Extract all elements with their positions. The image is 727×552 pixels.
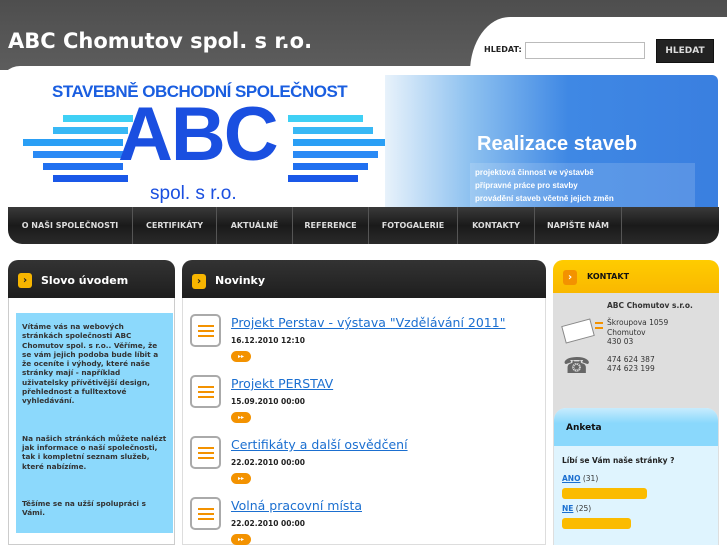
logo-stripe: [43, 163, 123, 170]
poll-count: (25): [575, 504, 592, 513]
contact-panel: › KONTAKT ABC Chomutov s.r.o. Škroupova …: [553, 260, 719, 545]
search-button[interactable]: HLEDAT: [656, 39, 714, 63]
news-item: Volná pracovní místa 22.02.2010 00:00 ▸▸: [190, 497, 530, 552]
chevron-right-icon: ›: [192, 274, 206, 289]
nav-item-references[interactable]: REFERENCE: [293, 207, 369, 244]
chevron-right-icon: ›: [563, 270, 577, 285]
banner-line: přípravné práce pro stavby: [475, 181, 578, 190]
news-date: 22.02.2010 00:00: [231, 458, 305, 467]
news-item: Projekt Perstav - výstava "Vzdělávání 20…: [190, 314, 530, 369]
news-link[interactable]: Volná pracovní místa: [231, 498, 362, 513]
envelope-icon: [561, 318, 595, 344]
news-link[interactable]: Projekt Perstav - výstava "Vzdělávání 20…: [231, 315, 505, 330]
nav-item-contacts[interactable]: KONTAKTY: [458, 207, 535, 244]
nav-item-write-us[interactable]: NAPIŠTE NÁM: [535, 207, 622, 244]
poll-option-link[interactable]: ANO: [562, 474, 580, 483]
intro-paragraph: Těšíme se na užší spolupráci s Vámi.: [22, 498, 146, 518]
logo-stripe: [53, 127, 128, 134]
poll-panel: Anketa Líbí se Vám naše stránky ? ANO (3…: [554, 408, 718, 545]
poll-question: Líbí se Vám naše stránky ?: [562, 456, 675, 465]
search-input[interactable]: [525, 42, 645, 59]
contact-company: ABC Chomutov s.r.o.: [607, 301, 693, 310]
poll-header: Anketa: [554, 408, 718, 446]
news-link[interactable]: Projekt PERSTAV: [231, 376, 333, 391]
logo-stripe: [293, 139, 385, 146]
logo-stripe: [293, 163, 368, 170]
intro-text: Vítáme vás na webových stránkách společn…: [16, 313, 173, 533]
news-date: 15.09.2010 00:00: [231, 397, 305, 406]
news-item: Projekt PERSTAV 15.09.2010 00:00 ▸▸: [190, 375, 530, 430]
logo-stripe: [288, 175, 358, 182]
nav-item-gallery[interactable]: FOTOGALERIE: [369, 207, 458, 244]
phone-icon: ☎: [563, 354, 591, 379]
news-date: 22.02.2010 00:00: [231, 519, 305, 528]
contact-zip: 430 03: [607, 337, 634, 346]
main-nav: O NAŠI SPOLEČNOSTI CERTIFIKÁTY AKTUÁLNĚ …: [8, 207, 719, 244]
more-button[interactable]: ▸▸: [231, 473, 251, 484]
nav-item-certificates[interactable]: CERTIFIKÁTY: [133, 207, 217, 244]
poll-title: Anketa: [566, 423, 602, 433]
contact-title: KONTAKT: [587, 272, 630, 281]
logo-stripe: [293, 151, 378, 158]
news-link[interactable]: Certifikáty a další osvědčení: [231, 437, 408, 452]
envelope-lines: [595, 322, 603, 329]
document-icon: [190, 497, 221, 530]
contact-phone: 474 623 199: [607, 364, 655, 373]
logo-stripe: [53, 175, 128, 182]
company-logo[interactable]: STAVEBNĚ OBCHODNÍ SPOLEČNOST ABC spol. s…: [8, 75, 385, 207]
poll-option: ANO (31): [562, 474, 598, 483]
banner-line: provádění staveb včetně jejich změn: [475, 194, 614, 203]
news-item: Certifikáty a další osvědčení 22.02.2010…: [190, 436, 530, 491]
intro-title: Slovo úvodem: [41, 274, 129, 287]
logo-stripe: [33, 151, 123, 158]
logo-stripe: [288, 115, 363, 122]
document-icon: [190, 436, 221, 469]
search-label: HLEDAT:: [484, 45, 522, 54]
poll-option: NE (25): [562, 504, 591, 513]
intro-paragraph: Vítáme vás na webových stránkách společn…: [22, 322, 159, 406]
news-title: Novinky: [215, 274, 266, 287]
news-header: › Novinky: [182, 260, 546, 298]
document-icon: [190, 314, 221, 347]
contact-header: › KONTAKT: [553, 260, 719, 293]
more-button[interactable]: ▸▸: [231, 412, 251, 423]
news-date: 16.12.2010 12:10: [231, 336, 305, 345]
more-button[interactable]: ▸▸: [231, 534, 251, 545]
logo-stripe: [23, 139, 123, 146]
logo-stripe: [293, 127, 373, 134]
contact-street: Škroupova 1059: [607, 318, 669, 327]
banner-line: projektová činnost ve výstavbě: [475, 168, 594, 177]
banner: Realizace staveb projektová činnost ve v…: [385, 75, 718, 207]
intro-header: › Slovo úvodem: [8, 260, 175, 298]
intro-paragraph: Na našich stránkách můžete nalézt jak in…: [22, 433, 167, 471]
poll-count: (31): [582, 474, 599, 483]
logo-name: ABC: [118, 92, 279, 177]
poll-bar: [562, 518, 631, 529]
logo-suffix: spol. s r.o.: [150, 183, 237, 204]
chevron-right-icon: ›: [18, 273, 32, 288]
poll-bar: [562, 488, 647, 499]
nav-item-news[interactable]: AKTUÁLNĚ: [217, 207, 293, 244]
more-button[interactable]: ▸▸: [231, 351, 251, 362]
document-icon: [190, 375, 221, 408]
nav-item-about[interactable]: O NAŠI SPOLEČNOSTI: [8, 207, 133, 244]
site-title: ABC Chomutov spol. s r.o.: [8, 29, 313, 53]
banner-title: Realizace staveb: [477, 133, 638, 155]
poll-option-link[interactable]: NE: [562, 504, 573, 513]
